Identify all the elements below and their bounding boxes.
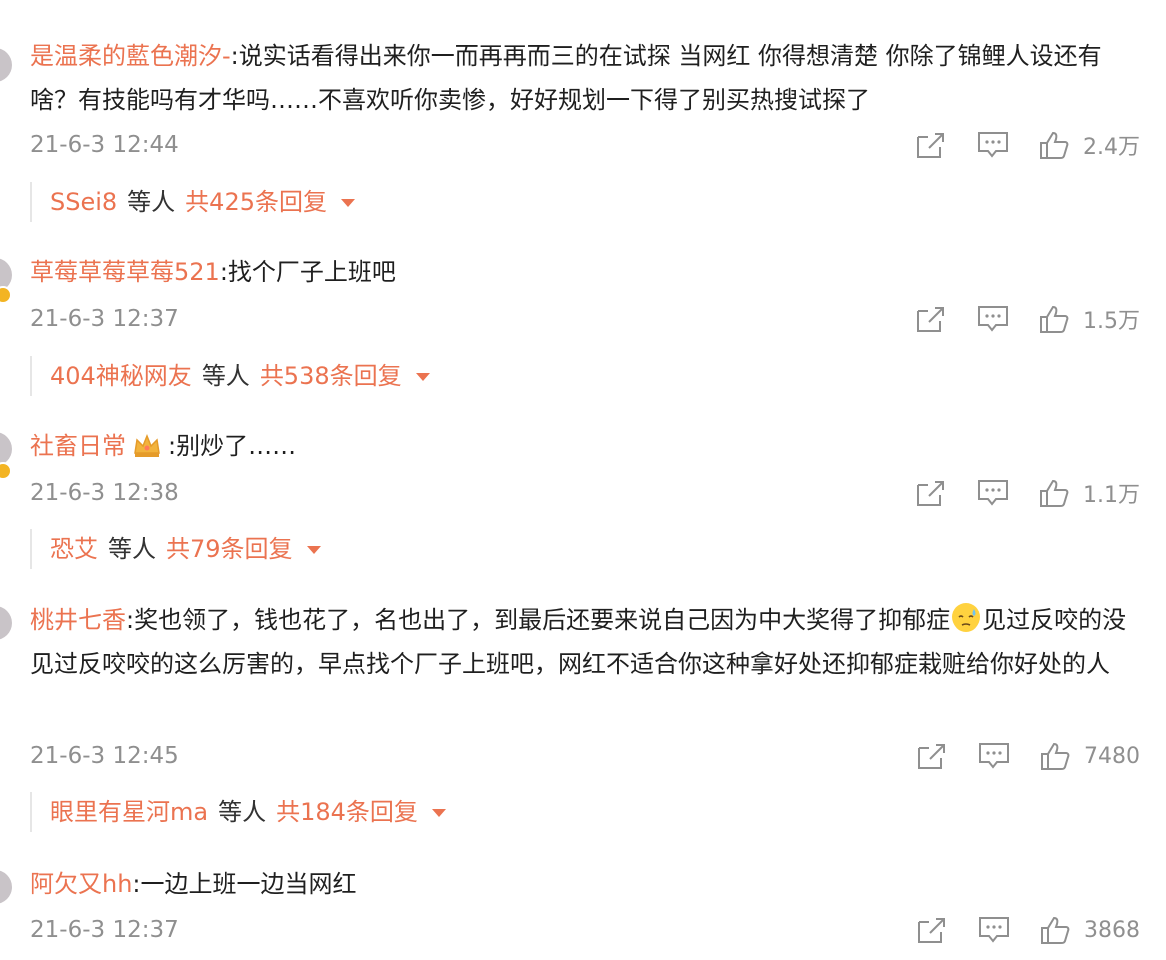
chevron-down-icon [415,373,430,381]
reply-total[interactable]: 共425条回复 [185,188,327,216]
comment-actions: 1.5万 [885,299,1140,339]
comment-text: 社畜日常 :别炒了…… [30,424,1140,468]
comment-meta: 21-6-3 12:37 3868 [30,910,1140,950]
avatar[interactable] [0,606,12,640]
crown-badge [134,433,160,457]
reply-user[interactable]: SSei8 [50,188,117,216]
share-button[interactable] [915,305,947,333]
replies-link[interactable]: 恐艾 等人 共79条回复 [30,529,321,569]
comment-button[interactable] [977,479,1009,507]
thumbs-up-icon [1041,742,1070,770]
comment-time: 21-6-3 12:45 [30,743,179,769]
thumbs-up-icon [1040,479,1069,507]
like-count: 7480 [1084,743,1140,769]
comment-meta: 21-6-3 12:44 2.4万 [30,125,1140,165]
comment-text: 是温柔的藍色潮汐-:说实话看得出来你一而再再而三的在试探 当网红 你得想清楚 你… [30,34,1140,122]
like-button[interactable]: 1.5万 [1039,303,1140,335]
reply-connector: 等人 [127,188,176,216]
like-count: 2.4万 [1083,135,1140,160]
chevron-down-icon [340,199,355,207]
replies-link[interactable]: 眼里有星河ma 等人 共184条回复 [30,792,446,832]
like-button[interactable]: 7480 [1040,741,1140,771]
avatar[interactable] [0,432,12,466]
share-button[interactable] [915,131,947,159]
comment-username[interactable]: 阿欠又hh [30,870,132,898]
reply-connector: 等人 [218,798,267,826]
comment-time: 21-6-3 12:37 [30,306,179,332]
comment-body: :找个厂子上班吧 [219,258,396,286]
comment-icon [979,917,1009,943]
share-button[interactable] [915,479,947,507]
comment-icon [979,743,1009,769]
comment-time: 21-6-3 12:38 [30,480,179,506]
thumbs-up-icon [1040,131,1069,159]
comment-icon [978,306,1008,332]
comment-body: :奖也领了，钱也花了，名也出了，到最后还要来说自己因为中大奖得了抑郁症 [126,606,951,634]
thumbs-up-icon [1040,305,1069,333]
like-button[interactable]: 3868 [1040,915,1140,945]
comment-button[interactable] [978,916,1010,944]
share-icon [918,744,945,769]
share-icon [918,918,945,943]
share-icon [917,481,944,506]
comment-actions: 2.4万 [885,125,1140,165]
sweat-face-emoji [952,603,981,632]
chevron-down-icon [306,546,321,554]
share-icon [917,133,944,158]
comment-time: 21-6-3 12:44 [30,132,179,158]
thumbs-up-icon [1041,916,1070,944]
avatar[interactable] [0,48,12,82]
comment-time: 21-6-3 12:37 [30,917,179,943]
share-icon [917,307,944,332]
reply-user[interactable]: 恐艾 [50,535,98,563]
comment-meta: 21-6-3 12:45 7480 [30,736,1140,776]
comment-icon [978,480,1008,506]
reply-user[interactable]: 404神秘网友 [50,362,192,390]
comment-text: 桃井七香:奖也领了，钱也花了，名也出了，到最后还要来说自己因为中大奖得了抑郁症见… [30,598,1140,686]
reply-total[interactable]: 共538条回复 [260,362,402,390]
reply-connector: 等人 [201,362,250,390]
comment-icon [978,132,1008,158]
avatar[interactable] [0,870,12,904]
comment-actions: 3868 [886,910,1140,950]
comment-meta: 21-6-3 12:38 1.1万 [30,473,1140,513]
comment-body: :一边上班一边当网红 [132,870,357,898]
comment-username[interactable]: 社畜日常 [30,432,126,460]
comment-username[interactable]: 桃井七香 [30,606,126,634]
share-button[interactable] [916,742,948,770]
comment-actions: 1.1万 [885,473,1140,513]
verified-badge [0,286,12,304]
like-count: 1.1万 [1083,483,1140,508]
verified-badge [0,462,12,480]
reply-total[interactable]: 共184条回复 [276,798,418,826]
reply-connector: 等人 [108,535,156,563]
like-count: 3868 [1084,917,1140,943]
like-button[interactable]: 1.1万 [1039,477,1140,509]
like-button[interactable]: 2.4万 [1039,129,1140,161]
reply-user[interactable]: 眼里有星河ma [50,798,208,826]
comment-text: 草莓草莓草莓521:找个厂子上班吧 [30,250,1140,294]
comment-text: 阿欠又hh:一边上班一边当网红 [30,862,1140,906]
comment-meta: 21-6-3 12:37 1.5万 [30,299,1140,339]
comment-body: :别炒了…… [168,432,297,460]
comment-actions: 7480 [886,736,1140,776]
replies-link[interactable]: 404神秘网友 等人 共538条回复 [30,356,430,396]
replies-link[interactable]: SSei8 等人 共425条回复 [30,182,355,222]
chevron-down-icon [431,809,446,817]
comment-button[interactable] [977,305,1009,333]
reply-total[interactable]: 共79条回复 [166,535,293,563]
comment-button[interactable] [977,131,1009,159]
share-button[interactable] [916,916,948,944]
comment-username[interactable]: 草莓草莓草莓521 [30,258,220,286]
comment-button[interactable] [978,742,1010,770]
like-count: 1.5万 [1083,309,1140,334]
comment-username[interactable]: 是温柔的藍色潮汐- [30,42,231,70]
